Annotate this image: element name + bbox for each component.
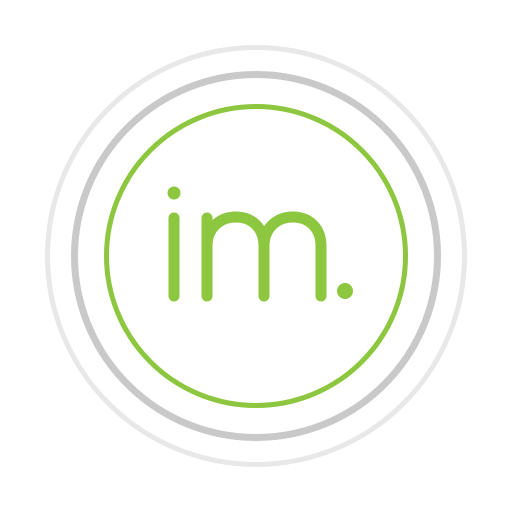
- im-logo-wordmark: [167, 186, 353, 302]
- letter-m-second-arch: [258, 211, 327, 302]
- period-dot: [337, 283, 353, 299]
- letter-m-first-arch: [201, 211, 270, 302]
- letter-i-dot: [167, 186, 181, 200]
- app-icon: [0, 0, 512, 512]
